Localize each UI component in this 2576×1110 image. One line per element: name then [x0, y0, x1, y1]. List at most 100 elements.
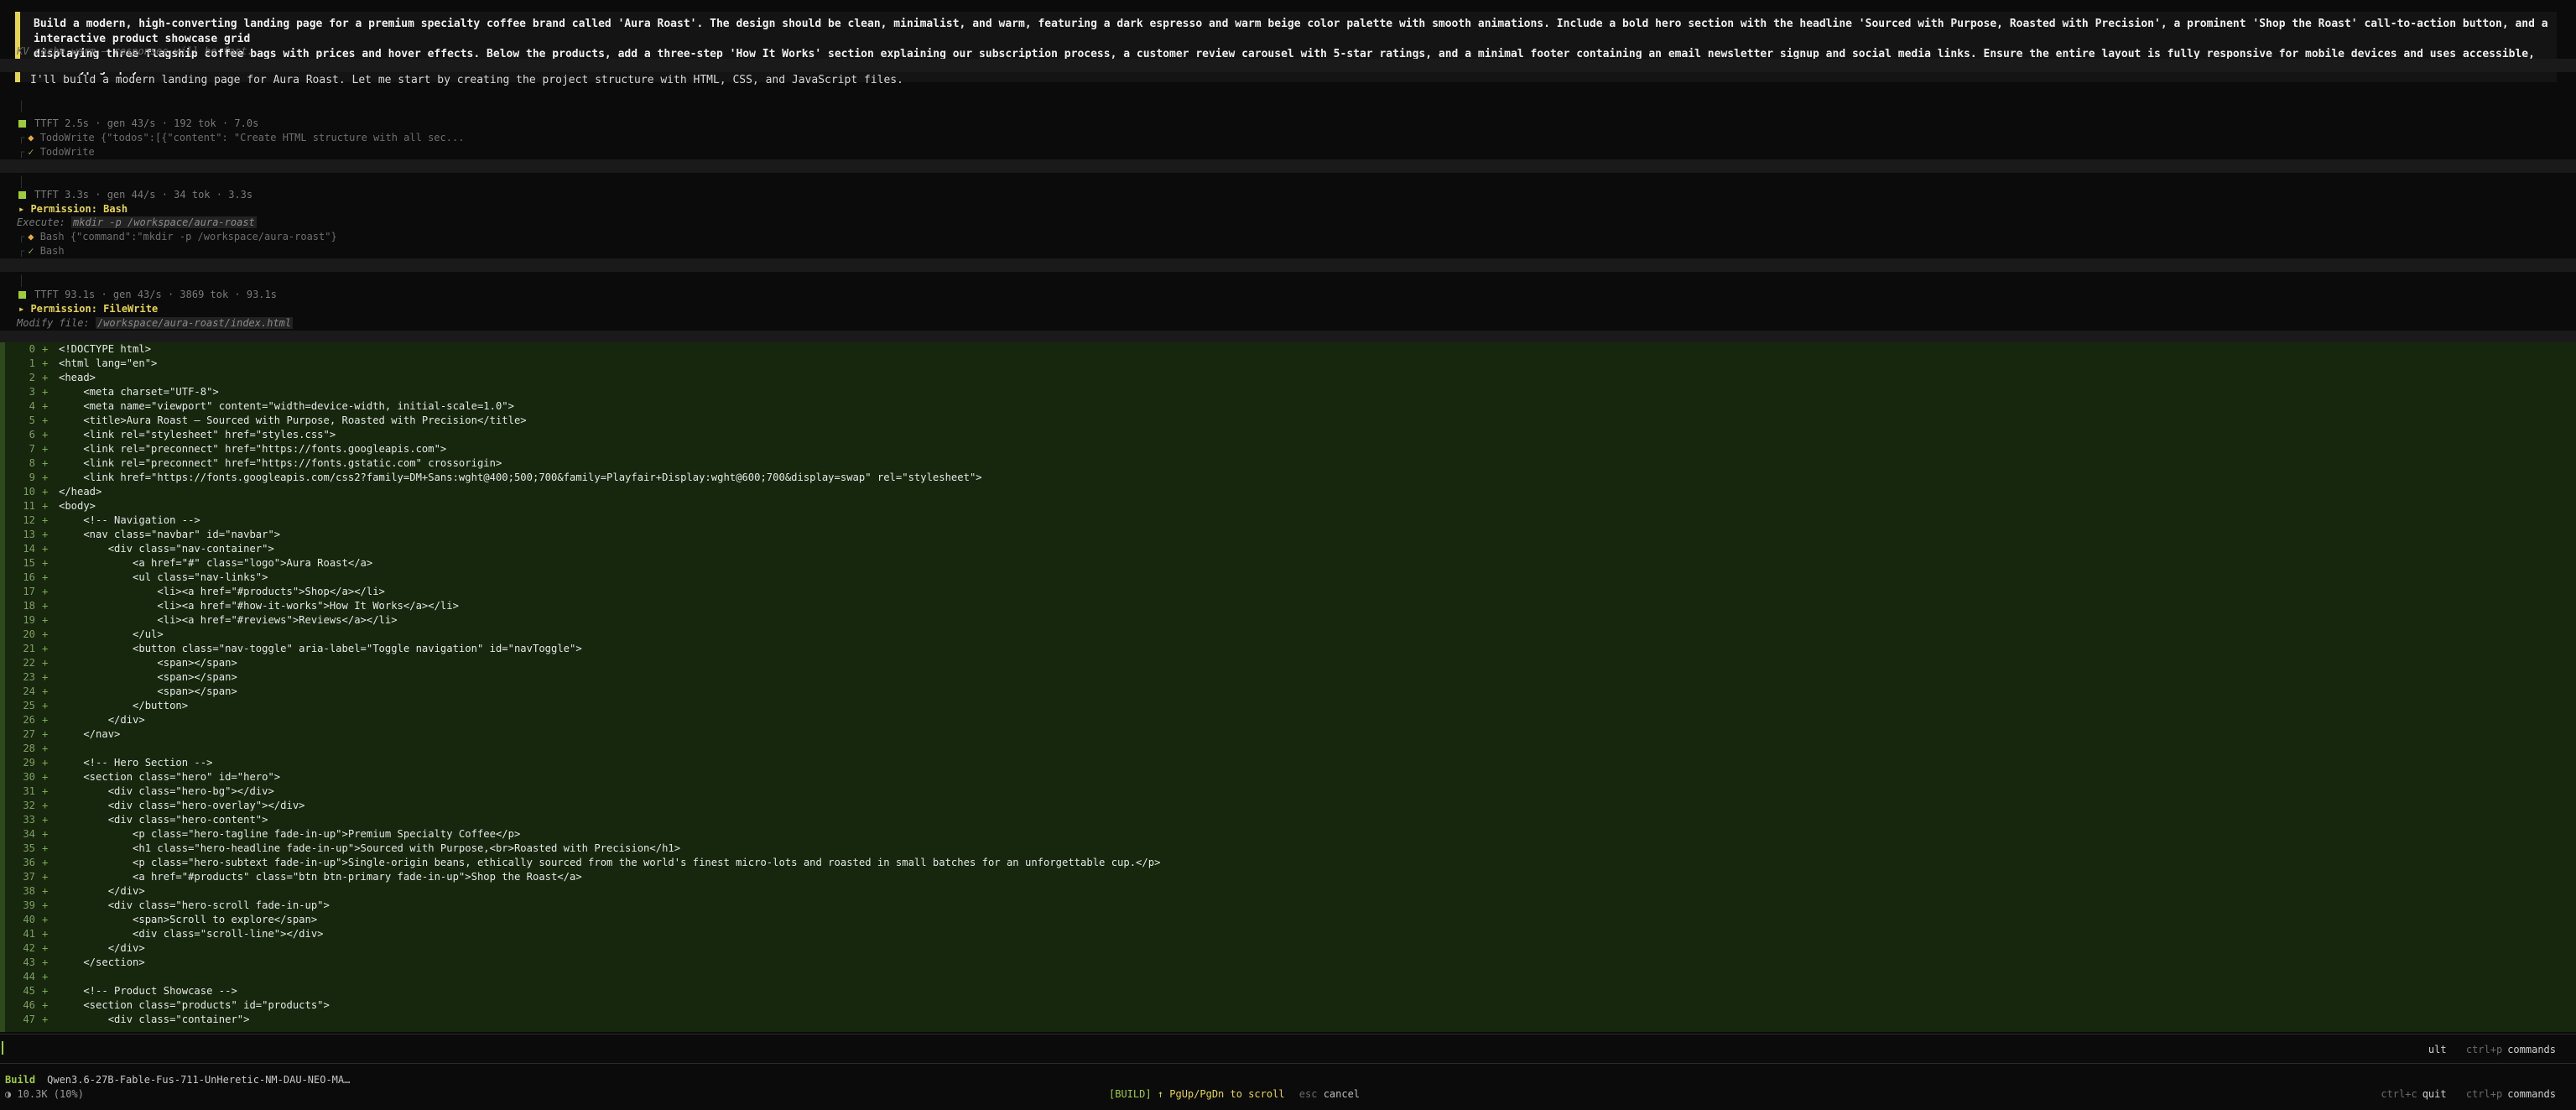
line-number: 38 — [23, 885, 35, 897]
code-text: <li><a href="#how-it-works">How It Works… — [59, 600, 459, 612]
added-marker: + — [42, 614, 49, 626]
code-text: <li><a href="#reviews">Reviews</a></li> — [59, 614, 398, 626]
permission-bash: ▸ Permission: Bash — [18, 203, 128, 215]
shortcut-key: ctrl+p — [2465, 1088, 2503, 1100]
shortcut-action: quit — [2422, 1088, 2447, 1100]
code-text: <nav class="navbar" id="navbar"> — [59, 529, 281, 540]
esc-key: esc — [1298, 1088, 1318, 1100]
diff-line: 6 + <link rel="stylesheet" href="styles.c… — [5, 428, 2576, 442]
code-text: <h1 class="hero-headline fade-in-up">Sou… — [59, 842, 681, 854]
line-number: 47 — [23, 1014, 35, 1025]
code-text: <div class="nav-container"> — [59, 543, 274, 555]
added-marker: + — [42, 343, 49, 355]
diff-line: 32 + <div class="hero-overlay"></div> — [5, 799, 2576, 813]
diff-line: 37 + <a href="#products" class="btn btn-p… — [5, 870, 2576, 884]
line-number: 4 — [29, 400, 35, 412]
divider — [0, 258, 2576, 272]
added-marker: + — [42, 743, 49, 754]
code-text: <head> — [59, 372, 96, 383]
added-marker: + — [42, 1014, 49, 1025]
hint-key: ctrl+p — [2465, 1044, 2503, 1055]
hint-value: commands — [2507, 1044, 2556, 1055]
line-number: 28 — [23, 743, 35, 754]
added-marker: + — [42, 899, 49, 911]
exec-line: Modify file: /workspace/aura-roast/index… — [17, 317, 294, 329]
line-number: 35 — [23, 842, 35, 854]
line-number: 27 — [23, 728, 35, 740]
model-name: Qwen3.6-27B-Fable-Fus-711-UnHeretic-NM-D… — [47, 1074, 351, 1086]
added-marker: + — [42, 814, 49, 826]
added-marker: + — [42, 571, 49, 583]
added-marker: + — [42, 500, 49, 512]
added-marker: + — [42, 429, 49, 440]
shortcut-key: ctrl+c — [2381, 1088, 2417, 1100]
added-marker: + — [42, 357, 49, 369]
added-marker: + — [42, 457, 49, 469]
divider — [0, 59, 2576, 72]
added-marker: + — [42, 443, 49, 455]
line-number: 26 — [23, 714, 35, 726]
diff-line: 34 + <p class="hero-tagline fade-in-up">P… — [5, 827, 2576, 842]
code-text: <a href="#" class="logo">Aura Roast</a> — [59, 557, 373, 569]
line-number: 12 — [23, 514, 35, 526]
code-text: </div> — [59, 885, 145, 897]
line-number: 29 — [23, 757, 35, 769]
build-tag: [BUILD] — [1109, 1088, 1152, 1100]
code-text: <div class="hero-overlay"></div> — [59, 800, 305, 811]
diff-line: 38 + </div> — [5, 884, 2576, 899]
code-text: <section class="hero" id="hero"> — [59, 771, 281, 783]
line-number: 46 — [23, 999, 35, 1011]
added-marker: + — [42, 757, 49, 769]
diff-line: 31 + <div class="hero-bg"></div> — [5, 784, 2576, 799]
prompt-line-1: Build a modern, high-converting landing … — [34, 18, 2548, 45]
diff-line: 26 + </div> — [5, 713, 2576, 727]
code-text: <body> — [59, 500, 96, 512]
hint-value: ult — [2428, 1044, 2447, 1055]
diff-line: 2 + <head> — [5, 371, 2576, 385]
code-text: <meta name="viewport" content="width=dev… — [59, 400, 514, 412]
diff-line: 24 + <span></span> — [5, 685, 2576, 699]
diff-line: 12 + <!-- Navigation --> — [5, 513, 2576, 528]
diff-line: 11 + <body> — [5, 499, 2576, 513]
status-square-icon — [18, 191, 26, 199]
added-marker: + — [42, 543, 49, 555]
code-text: <meta charset="UTF-8"> — [59, 386, 219, 398]
divider — [0, 331, 2576, 342]
chat-input[interactable] — [0, 1034, 2576, 1064]
line-number: 16 — [23, 571, 35, 583]
diff-line: 4 + <meta name="viewport" content="width=… — [5, 399, 2576, 414]
added-marker: + — [42, 514, 49, 526]
diff-line: 0 + <!DOCTYPE html> — [5, 342, 2576, 357]
added-marker: + — [42, 871, 49, 883]
code-text: <div class="hero-bg"></div> — [59, 785, 274, 797]
diff-line: 17 + <li><a href="#products">Shop</a></li… — [5, 585, 2576, 599]
diff-line: 1 + <html lang="en"> — [5, 357, 2576, 371]
assistant-reply: I'll build a modern landing page for Aur… — [30, 74, 903, 86]
added-marker: + — [42, 386, 49, 398]
line-number: 11 — [23, 500, 35, 512]
diff-line: 8 + <link rel="preconnect" href="https://… — [5, 456, 2576, 471]
line-number: 5 — [29, 414, 35, 426]
line-number: 6 — [29, 429, 35, 440]
tool-done: ┌ ✓ TodoWrite — [18, 146, 95, 158]
line-number: 9 — [29, 472, 35, 483]
code-text: <div class="scroll-line"></div> — [59, 928, 324, 940]
line-number: 18 — [23, 600, 35, 612]
added-marker: + — [42, 857, 49, 868]
added-marker: + — [42, 985, 49, 997]
divider — [0, 159, 2576, 173]
diff-panel[interactable]: 0 + <!DOCTYPE html> 1 + <html lang="en"> 2 + <he… — [0, 342, 2576, 1032]
code-text: </nav> — [59, 728, 121, 740]
mode-label: Build — [5, 1074, 36, 1086]
line-number: 23 — [23, 671, 35, 683]
added-marker: + — [42, 628, 49, 640]
status-square-icon — [18, 120, 26, 128]
added-marker: + — [42, 671, 49, 683]
code-text: <!-- Navigation --> — [59, 514, 200, 526]
pending-icon: ◆ — [28, 231, 34, 242]
turn-stat: TTFT 93.1s · gen 43/s · 3869 tok · 93.1s — [18, 289, 277, 300]
line-number: 36 — [23, 857, 35, 868]
line-number: 19 — [23, 614, 35, 626]
added-marker: + — [42, 842, 49, 854]
line-number: 33 — [23, 814, 35, 826]
